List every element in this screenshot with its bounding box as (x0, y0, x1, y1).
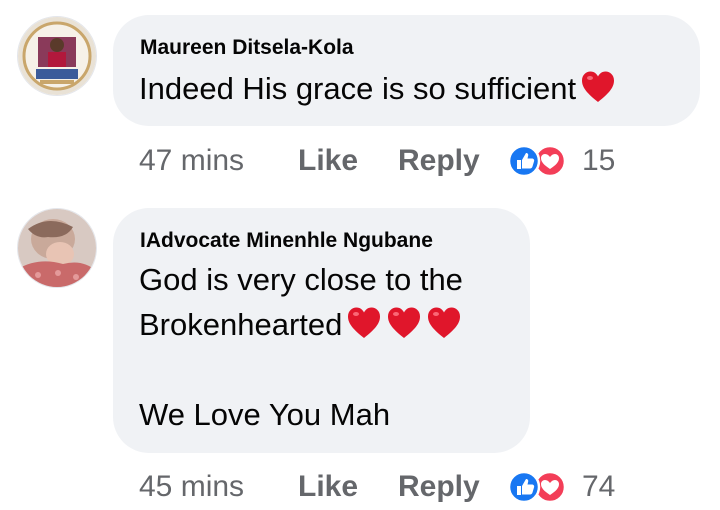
comment-time[interactable]: 47 mins (139, 144, 244, 178)
comment-text: Brokenhearted (139, 302, 462, 352)
comment-author[interactable]: Maureen Ditsela-Kola (140, 36, 354, 60)
heart-emoji-icon (580, 70, 616, 116)
reaction-summary[interactable] (506, 469, 570, 505)
heart-emoji-icon (346, 306, 382, 352)
reaction-count[interactable]: 15 (582, 144, 615, 178)
reaction-icons (507, 470, 567, 504)
reaction-icons (507, 144, 567, 178)
comment-text-line: Indeed His grace is so sufficient (139, 71, 577, 106)
heart-emoji-icon (386, 306, 422, 352)
comment-text-line: We Love You Mah (139, 397, 391, 432)
reaction-summary[interactable] (506, 143, 570, 179)
like-button[interactable]: Like (298, 144, 358, 178)
comment-author[interactable]: IAdvocate Minenhle Ngubane (140, 229, 433, 253)
avatar[interactable] (17, 208, 97, 288)
comment-text-line: God is very close to the (139, 262, 463, 297)
avatar[interactable] (17, 16, 97, 96)
comment-text: Indeed His grace is so sufficient (139, 66, 616, 116)
heart-emoji-icon (426, 306, 462, 352)
reply-button[interactable]: Reply (398, 144, 480, 178)
comment-text-line: Brokenhearted (139, 307, 343, 342)
